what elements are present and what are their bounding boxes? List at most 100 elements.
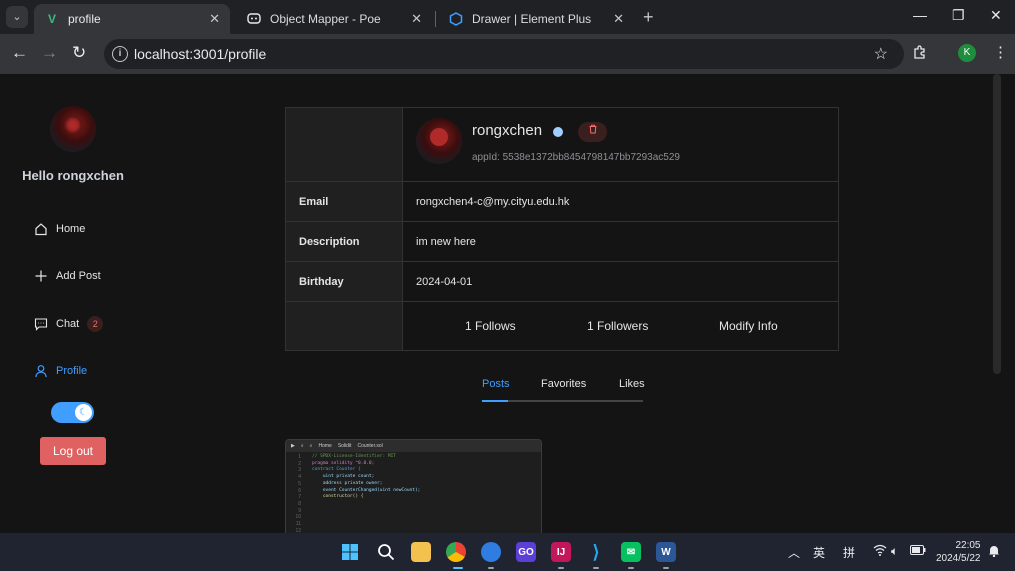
sidebar-item-chat[interactable]: Chat 2	[34, 314, 104, 334]
zoom-icon: ⌕	[300, 443, 304, 449]
sidebar-item-label: Chat	[56, 318, 80, 330]
user-icon	[34, 364, 48, 378]
goland-icon[interactable]: GO	[516, 542, 536, 562]
tab-posts[interactable]: Posts	[482, 378, 510, 390]
page-scrollbar[interactable]	[993, 74, 1001, 374]
close-tab-icon[interactable]: ✕	[209, 11, 220, 27]
active-app-indicator	[453, 567, 463, 569]
modify-info-button[interactable]: Modify Info	[719, 302, 778, 350]
browser-app-icon[interactable]	[481, 542, 501, 562]
close-tab-icon[interactable]: ✕	[411, 11, 422, 27]
battery-icon[interactable]	[910, 544, 926, 558]
close-window-button[interactable]: ✕	[990, 7, 1002, 24]
dark-mode-toggle[interactable]: ☾	[51, 402, 94, 423]
system-clock[interactable]: 22:05 2024/5/22	[936, 539, 981, 565]
code-snippet: // SPDX-License-Identifier: MIT pragma so…	[312, 454, 421, 500]
tab-search-button[interactable]: ⌄	[6, 6, 28, 28]
running-app-indicator	[628, 567, 634, 569]
reload-button[interactable]: ↻	[72, 43, 86, 63]
sidebar-item-label: Home	[56, 223, 86, 235]
tab-separator	[435, 11, 436, 27]
profile-row-birthday: Birthday 2024-04-01	[286, 262, 838, 302]
profile-username: rongxchen	[472, 122, 543, 139]
post-tab-label: Solidit	[337, 443, 352, 449]
browser-toolbar: ← → ↻ i localhost:3001/profile ☆ K ⋮	[0, 34, 1015, 74]
avatar	[50, 106, 96, 152]
bookmark-star-icon[interactable]: ☆	[874, 44, 888, 64]
intellij-icon[interactable]: IJ	[551, 542, 571, 562]
close-tab-icon[interactable]: ✕	[613, 11, 624, 27]
followers-link[interactable]: 1 Followers	[587, 302, 648, 350]
zoom-icon: ⌕	[309, 443, 313, 449]
sidebar-item-label: Profile	[56, 365, 88, 377]
wifi-icon[interactable]	[873, 544, 887, 559]
back-button[interactable]: ←	[11, 43, 28, 63]
restore-window-button[interactable]: ❐	[952, 7, 965, 24]
sidebar-item-add-post[interactable]: Add Post	[34, 266, 101, 286]
address-bar[interactable]: i localhost:3001/profile ☆	[104, 39, 904, 69]
profile-row-email: Email rongxchen4-c@my.cityu.edu.hk	[286, 182, 838, 222]
content-tabs: Posts Favorites Likes	[482, 378, 645, 402]
minimize-window-button[interactable]: —	[913, 7, 927, 23]
url-text: localhost:3001/profile	[134, 46, 267, 62]
browser-tab-profile[interactable]: V profile ✕	[34, 4, 230, 34]
profile-avatar	[416, 118, 462, 164]
description-value: im new here	[416, 235, 476, 248]
sidebar-item-label: Add Post	[56, 270, 101, 282]
poe-favicon-icon	[246, 11, 262, 27]
profile-header-row: rongxchen appId: 5538e1372bb8454798147bb…	[286, 108, 838, 182]
tab-likes[interactable]: Likes	[619, 378, 645, 390]
tab-favorites[interactable]: Favorites	[541, 378, 586, 390]
description-label: Description	[286, 222, 403, 261]
empty-label-cell	[286, 108, 403, 181]
logout-button[interactable]: Log out	[40, 437, 106, 465]
profile-card: rongxchen appId: 5538e1372bb8454798147bb…	[285, 107, 839, 351]
browser-tab-bar: ⌄ V profile ✕ Object Mapper - Poe ✕ Draw…	[0, 0, 1015, 34]
running-app-indicator	[663, 567, 669, 569]
running-app-indicator	[558, 567, 564, 569]
play-icon: ▶	[291, 443, 295, 449]
chat-icon	[34, 317, 48, 331]
file-explorer-icon[interactable]	[411, 542, 431, 562]
notification-bell-icon[interactable]	[988, 544, 1000, 560]
trash-icon	[588, 124, 598, 137]
browser-profile-avatar[interactable]: K	[958, 44, 976, 62]
profile-row-description: Description im new here	[286, 222, 838, 262]
wechat-icon[interactable]: ✉	[621, 542, 641, 562]
forward-button[interactable]: →	[41, 43, 58, 63]
browser-tab-element-plus[interactable]: Drawer | Element Plus ✕	[438, 4, 634, 34]
plus-icon	[34, 269, 48, 283]
vscode-icon[interactable]: ⟩	[586, 542, 606, 562]
email-value: rongxchen4-c@my.cityu.edu.hk	[416, 195, 570, 208]
search-icon[interactable]	[376, 542, 396, 562]
follows-link[interactable]: 1 Follows	[465, 302, 516, 350]
windows-start-icon[interactable]	[340, 542, 360, 562]
browser-tab-poe[interactable]: Object Mapper - Poe ✕	[236, 4, 432, 34]
chrome-icon[interactable]	[446, 542, 466, 562]
volume-icon[interactable]: 🔈︎	[891, 544, 898, 559]
new-tab-button[interactable]: +	[643, 7, 654, 28]
clock-time: 22:05	[955, 540, 981, 551]
site-info-icon[interactable]: i	[112, 46, 128, 62]
greeting: Hello rongxchen	[22, 168, 124, 183]
input-language-indicator[interactable]: 英	[813, 544, 825, 561]
empty-label-cell	[286, 302, 403, 350]
delete-account-button[interactable]	[578, 122, 607, 142]
browser-menu-icon[interactable]: ⋮	[993, 43, 1008, 61]
post-tab-label: Counter.sol	[357, 443, 383, 449]
running-app-indicator	[593, 567, 599, 569]
tray-overflow-chevron-icon[interactable]: ︿	[788, 544, 800, 561]
post-card[interactable]: ▶ ⌕ ⌕ Home Solidit Counter.sol 123456789…	[285, 439, 542, 533]
post-tab-label: Home	[318, 443, 332, 449]
input-method-indicator[interactable]: 拼	[843, 544, 855, 561]
taskbar: GO IJ ⟩ ✉ W ︿ 英 拼 🔈︎ 22:05 2024/5/22	[0, 533, 1015, 571]
sidebar-item-profile[interactable]: Profile	[34, 361, 87, 381]
extensions-icon[interactable]	[912, 44, 928, 64]
sidebar-item-home[interactable]: Home	[34, 219, 85, 239]
active-tab-indicator	[482, 400, 508, 402]
element-plus-favicon-icon	[448, 11, 464, 27]
page-content: Hello rongxchen Home Add Post Chat 2 Pro…	[0, 74, 1015, 533]
word-icon[interactable]: W	[656, 542, 676, 562]
moon-icon: ☾	[75, 404, 92, 421]
online-status-dot	[553, 127, 563, 137]
